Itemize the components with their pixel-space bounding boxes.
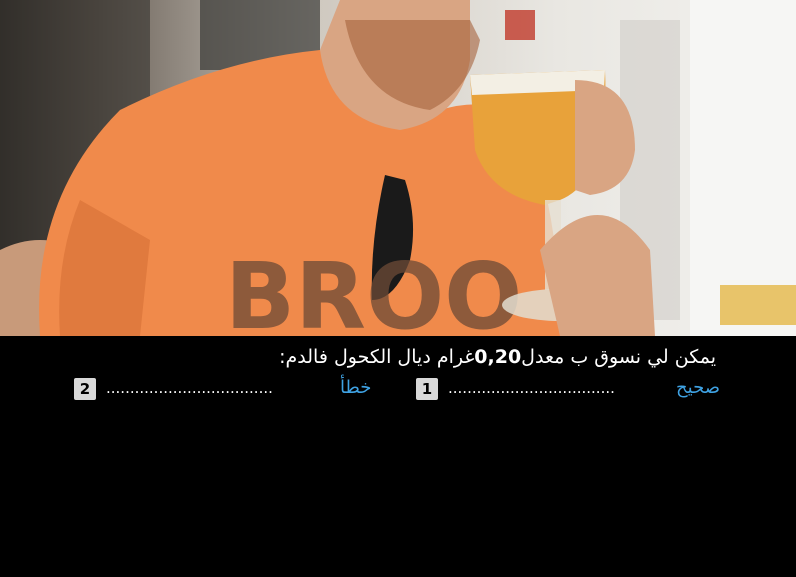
answers-row: صحيح ...................................… xyxy=(0,374,796,404)
question-number: 0,20 xyxy=(474,346,522,368)
answer-dots-true: ................................... xyxy=(448,379,615,397)
photo-illustration: BROO xyxy=(0,0,796,336)
answer-label-false: خطأ xyxy=(340,377,372,398)
question-part2: غرام ديال الكحول فالدم: xyxy=(279,346,475,368)
quiz-panel: يمكن لي نسوق ب معدل0,20غرام ديال الكحول … xyxy=(0,336,796,577)
answer-dots-false: ................................... xyxy=(106,379,273,397)
question-part1: يمكن لي نسوق ب معدل xyxy=(521,346,716,368)
answer-badge-2[interactable]: 2 xyxy=(74,374,96,402)
answer-option-false[interactable]: خطأ xyxy=(340,374,371,402)
question-text: يمكن لي نسوق ب معدل0,20غرام ديال الكحول … xyxy=(279,344,716,370)
answer-badge-1[interactable]: 1 xyxy=(416,374,438,402)
photo-man-drinking-beer: BROO xyxy=(0,0,796,336)
answer-option-true[interactable]: صحيح xyxy=(676,374,720,402)
shirt-print: BROO xyxy=(225,243,522,336)
answer-label-true: صحيح xyxy=(676,377,720,398)
